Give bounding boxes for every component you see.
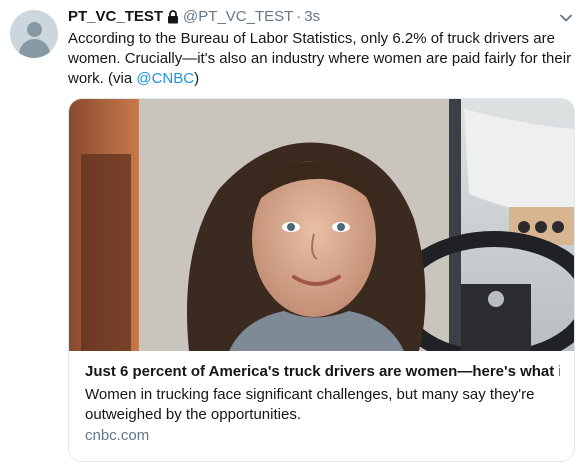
default-profile-icon-head [27,22,42,37]
tweet-text-line: women. Crucially—it's also an industry w… [68,50,572,67]
card-description-line: Women in trucking face significant chall… [85,386,535,403]
timestamp[interactable]: 3s [304,8,320,26]
tweet-text-line-start: work. (via [68,70,137,87]
card-domain: cnbc.com [85,427,150,444]
card-description-line: outweighed by the opportunities. [85,406,301,423]
card-image[interactable] [69,99,574,351]
link-preview-card[interactable]: Just 6 percent of America's truck driver… [68,98,575,462]
lock-icon [167,10,179,24]
mention-link[interactable]: @CNBC [136,70,194,87]
tweet[interactable]: PT_VC_TEST @PT_VC_TEST · 3s According to… [0,0,584,469]
separator-dot: · [296,8,302,25]
chevron-down-icon[interactable] [558,10,574,26]
tweet-text: According to the Bureau of Labor Statist… [68,29,572,89]
card-title[interactable]: Just 6 percent of America's truck driver… [85,362,560,381]
author-handle[interactable]: @PT_VC_TEST [183,8,293,26]
tweet-header: PT_VC_TEST @PT_VC_TEST · 3s [68,8,320,26]
tweet-text-line: According to the Bureau of Labor Statist… [68,30,555,47]
default-profile-icon-body [19,39,50,58]
card-description: Women in trucking face significant chall… [85,385,555,425]
author-name[interactable]: PT_VC_TEST [68,8,163,26]
tweet-text-tail: ) [194,70,200,87]
avatar[interactable] [10,10,58,58]
tweet-text-line-last: work. (via @CNBC) [68,69,568,89]
